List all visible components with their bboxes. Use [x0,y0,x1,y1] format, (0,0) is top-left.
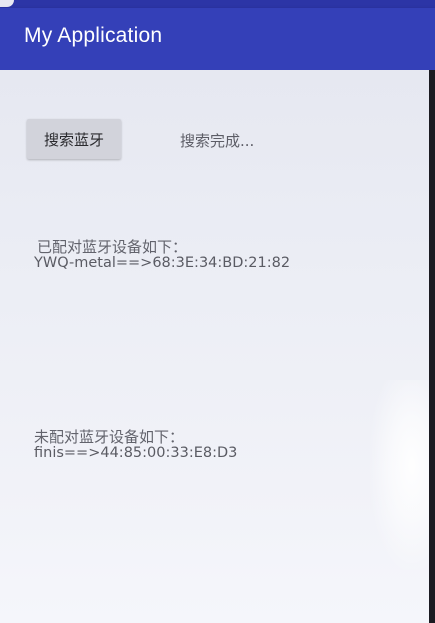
screen-glare [370,380,430,570]
app-title: My Application [24,24,163,47]
main-content: 搜索蓝牙 搜索完成... 已配对蓝牙设备如下： YWQ-metal==>68:3… [0,70,430,623]
paired-device-item: YWQ-metal==>68:3E:34:BD:21:82 [34,255,291,271]
search-bluetooth-button[interactable]: 搜索蓝牙 [27,119,121,159]
unpaired-device-item: finis==>44:85:00:33:E8:D3 [34,445,238,461]
search-status-text: 搜索完成... [180,132,255,150]
status-indicator-icon [0,0,14,7]
phone-screen: My Application 搜索蓝牙 搜索完成... 已配对蓝牙设备如下： Y… [0,0,435,623]
app-bar: My Application [0,8,435,70]
status-bar [0,0,435,8]
paired-devices-heading: 已配对蓝牙设备如下： [37,238,188,256]
screen-edge [429,70,435,623]
unpaired-devices-heading: 未配对蓝牙设备如下： [34,428,185,446]
